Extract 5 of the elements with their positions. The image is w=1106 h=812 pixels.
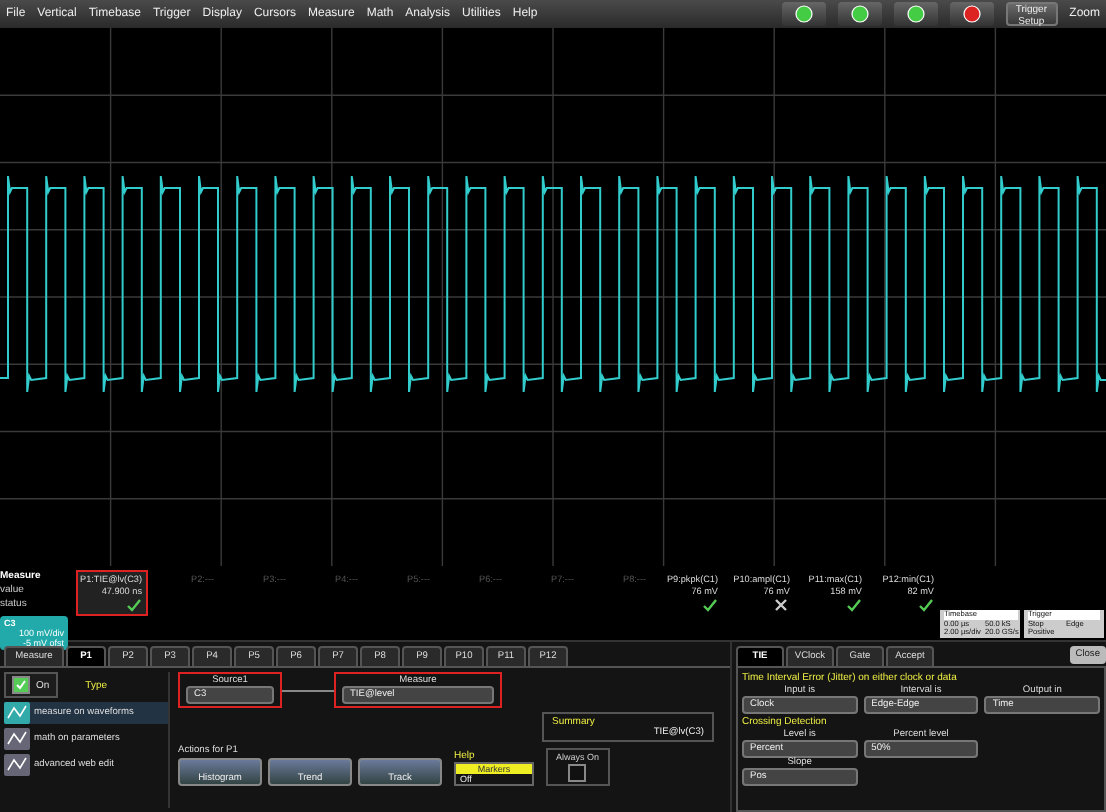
- stop-icon[interactable]: [961, 4, 982, 24]
- waveform-icon: [4, 702, 30, 724]
- checkbox[interactable]: [568, 764, 587, 782]
- check-icon: [16, 680, 26, 690]
- checkbox[interactable]: [12, 676, 30, 694]
